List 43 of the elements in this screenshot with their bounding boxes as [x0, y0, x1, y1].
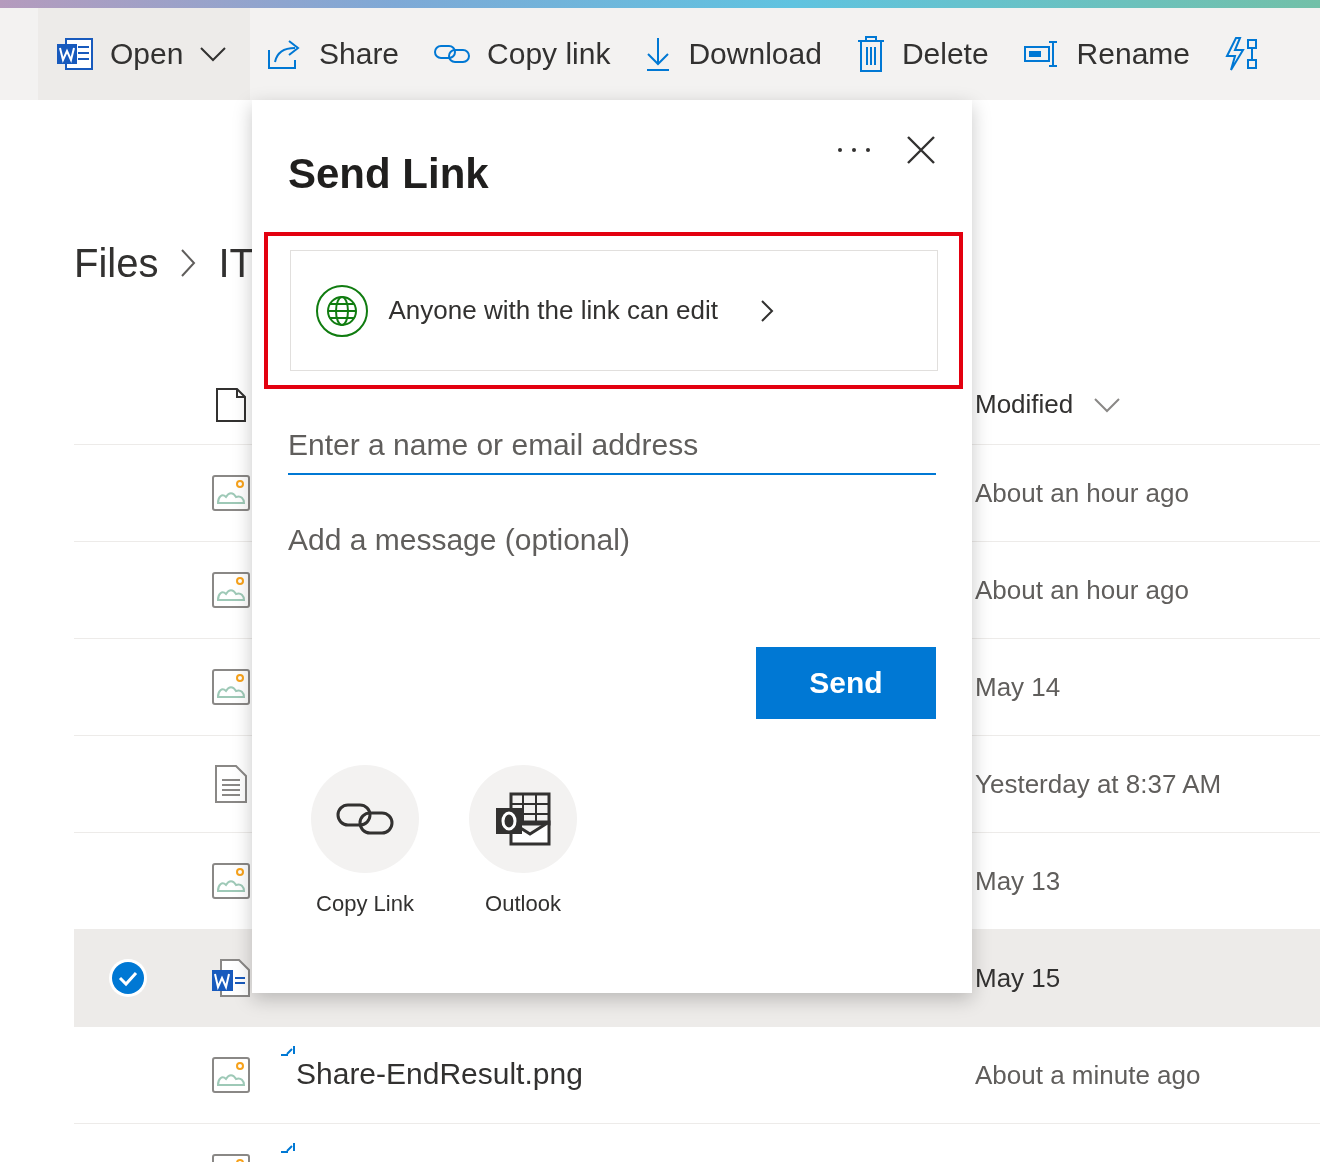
- toolbar-button[interactable]: Share: [250, 8, 417, 100]
- chevron-icon: [760, 298, 775, 323]
- link-settings-button[interactable]: Anyone with the link can edit: [289, 250, 938, 371]
- modified-date: Yesterday at 8:37 AM: [975, 768, 1222, 800]
- toolbar-button[interactable]: Delete: [838, 8, 1006, 100]
- file-name[interactable]: Share-EndResult.png: [296, 1057, 583, 1091]
- send-button[interactable]: Send: [756, 647, 936, 719]
- breadcrumb-item[interactable]: Files: [74, 240, 159, 286]
- column-header[interactable]: Modified: [975, 389, 1074, 420]
- trash-icon: [855, 35, 886, 73]
- toolbar-button[interactable]: Rename: [1005, 8, 1207, 100]
- image-file-icon: [212, 475, 250, 511]
- link-icon: [433, 42, 472, 66]
- toolbar-button[interactable]: Copy link: [416, 8, 628, 100]
- modified-date: About an hour ago: [975, 574, 1189, 606]
- chevron-icon: [180, 248, 197, 278]
- image-file-icon: [212, 1057, 250, 1093]
- dialog-title: Send Link: [288, 150, 489, 198]
- toolbar-button[interactable]: Download: [627, 8, 839, 100]
- mail-app-icon: [493, 792, 553, 846]
- globe-icon: [314, 283, 369, 338]
- image-file-icon: [212, 572, 250, 608]
- checkmark-icon[interactable]: [108, 958, 148, 998]
- modified-date: About an hour ago: [975, 477, 1189, 509]
- modified-date: May 14: [975, 671, 1061, 703]
- word-icon: [56, 37, 94, 71]
- more-options-icon[interactable]: [836, 147, 872, 153]
- text-file-icon: [214, 764, 248, 804]
- caret-icon: [1093, 396, 1122, 413]
- flow-icon: [1224, 36, 1260, 72]
- file-type-icon: [215, 386, 247, 423]
- share-option-label: Outlook: [485, 891, 561, 917]
- word-file-icon: [211, 958, 251, 998]
- share-option-label: Copy Link: [316, 891, 414, 917]
- breadcrumb-item[interactable]: IT: [218, 240, 254, 286]
- image-file-icon: [212, 863, 250, 899]
- close-icon[interactable]: [906, 135, 936, 165]
- modified-date: May 15: [975, 962, 1061, 994]
- modified-date: May 13: [975, 865, 1061, 897]
- modified-date: About a minute ago: [975, 1059, 1201, 1091]
- table-row[interactable]: Share-EndResult.png About a minute ago: [74, 1027, 1320, 1124]
- image-file-icon: [212, 669, 250, 705]
- toolbar-button[interactable]: Open: [38, 8, 250, 100]
